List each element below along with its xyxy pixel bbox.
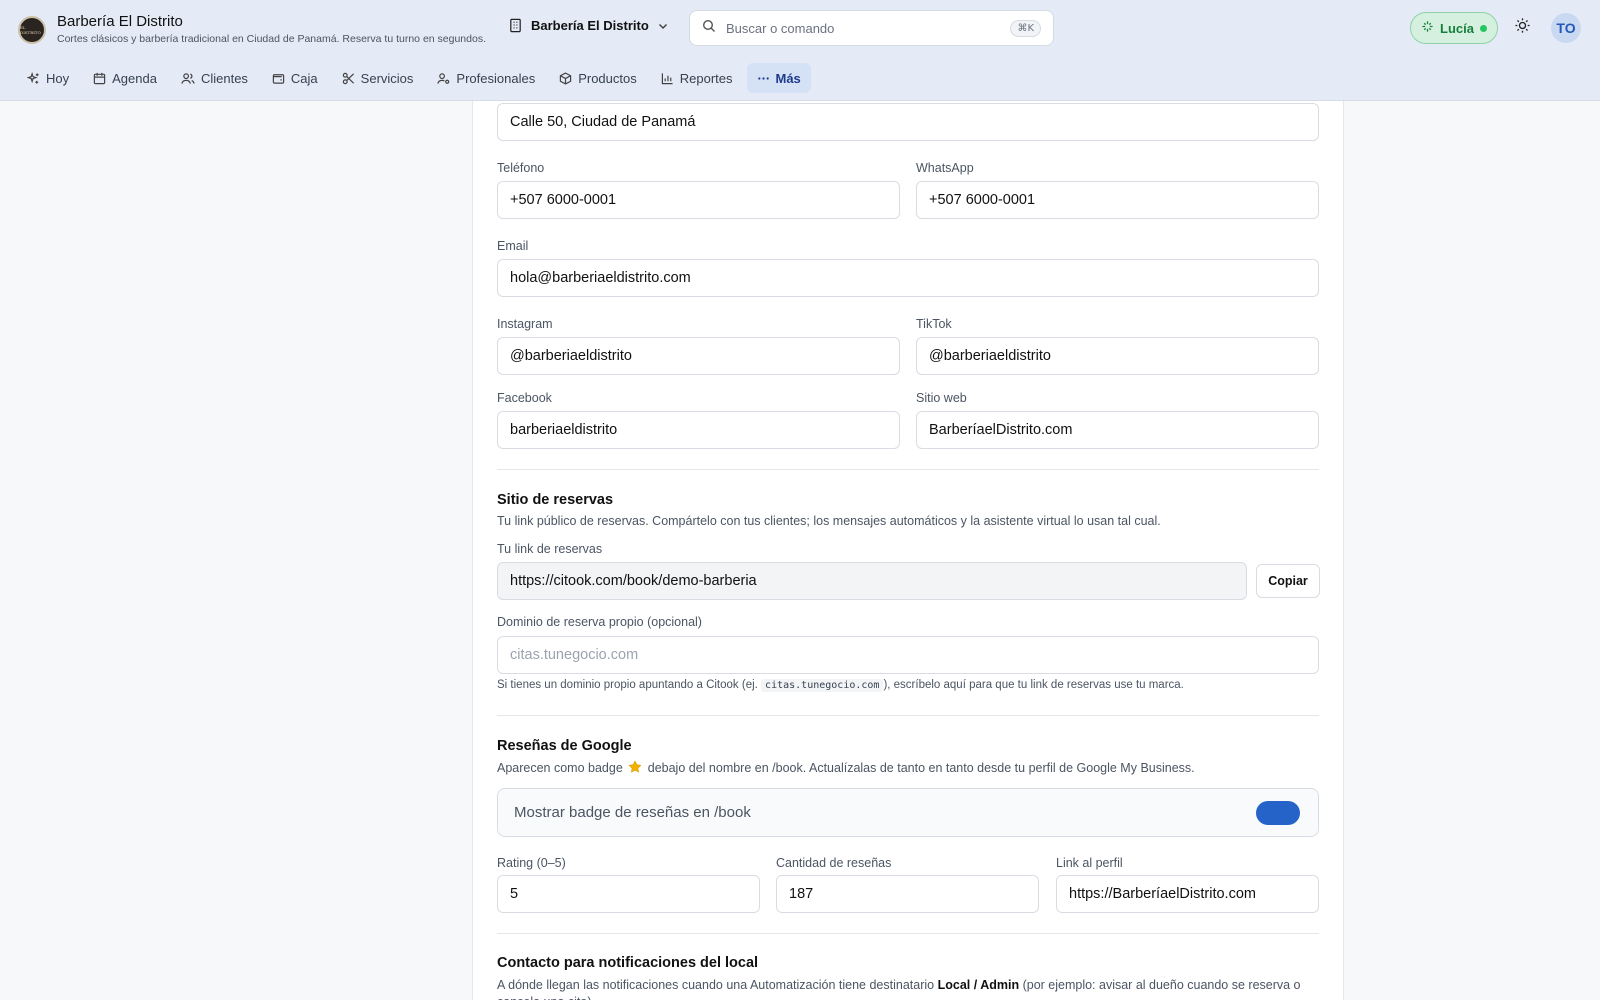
assistant-button[interactable]: Lucía: [1410, 12, 1498, 44]
custom-domain-label: Dominio de reserva propio (opcional): [497, 615, 702, 629]
reviews-section-title: Reseñas de Google: [497, 738, 632, 754]
description-text: debajo del nombre en /book. Actualízalas…: [647, 761, 1195, 775]
email-field[interactable]: hola@barberiaeldistrito.com: [497, 259, 1319, 297]
profile-link-label: Link al perfil: [1056, 856, 1123, 870]
users-icon: [181, 72, 195, 85]
nav-item-agenda[interactable]: Agenda: [83, 63, 167, 93]
search-shortcut: ⌘K: [1010, 19, 1041, 37]
nav-item-label: Hoy: [46, 70, 70, 86]
email-label: Email: [497, 239, 529, 253]
nav-item-productos[interactable]: Productos: [549, 63, 647, 93]
reviews-badge-toggle-label: Mostrar badge de reseñas en /book: [514, 804, 751, 821]
custom-domain-field[interactable]: citas.tunegocio.com: [497, 636, 1319, 674]
nav-item-reportes[interactable]: Reportes: [651, 63, 743, 93]
nav-item-clientes[interactable]: Clientes: [171, 63, 258, 93]
booking-section-title: Sitio de reservas: [497, 492, 614, 508]
section-divider: [497, 715, 1319, 716]
instagram-field[interactable]: @barberiaeldistrito: [497, 337, 900, 375]
website-field[interactable]: BarberíaelDistrito.com: [916, 411, 1319, 449]
address-field[interactable]: Calle 50, Ciudad de Panamá: [497, 103, 1319, 141]
review-count-field[interactable]: 187: [776, 875, 1039, 913]
dots-icon: [757, 72, 770, 85]
user-gear-icon: [437, 72, 450, 85]
facebook-label: Facebook: [497, 391, 552, 405]
nav-item-profesionales[interactable]: Profesionales: [427, 63, 545, 93]
wallet-icon: [272, 72, 285, 85]
reviews-section-description: Aparecen como badge debajo del nombre en…: [497, 760, 1195, 777]
reviews-badge-toggle-row: Mostrar badge de reseñas en /book: [497, 788, 1319, 837]
nav-item-servicios[interactable]: Servicios: [332, 63, 424, 93]
theme-toggle-button[interactable]: [1510, 16, 1534, 40]
nav-item-hoy[interactable]: Hoy: [17, 63, 79, 93]
description-text: Aparecen como badge: [497, 761, 623, 775]
rating-field[interactable]: 5: [497, 875, 760, 913]
nav-item-label: Profesionales: [456, 70, 536, 86]
nav-item-label: Agenda: [112, 70, 157, 86]
nav-item-label: Clientes: [200, 70, 248, 86]
instagram-label: Instagram: [497, 317, 553, 331]
hint-text: Si tienes un dominio propio apuntando a …: [497, 679, 758, 691]
nav-item-caja[interactable]: Caja: [262, 63, 328, 93]
nav-item-label: Más: [775, 70, 801, 86]
reviews-badge-toggle[interactable]: [1256, 800, 1300, 825]
facebook-field[interactable]: barberiaeldistrito: [497, 411, 900, 449]
business-selector[interactable]: Barbería El Distrito: [508, 18, 669, 33]
nav-item-label: Caja: [290, 70, 318, 86]
nav-item-label: Productos: [578, 70, 637, 86]
notifications-section-title: Contacto para notificaciones del local: [497, 955, 759, 971]
review-count-label: Cantidad de reseñas: [776, 856, 892, 870]
main-nav: Hoy Agenda Clientes Caja Servicios Profe…: [17, 63, 815, 93]
phone-field[interactable]: +507 6000-0001: [497, 181, 900, 219]
section-divider: [497, 933, 1319, 934]
description-bold: Local / Admin: [937, 978, 1020, 992]
top-header: EL DISTRITO Barbería El Distrito Cortes …: [0, 0, 1600, 101]
box-icon: [559, 71, 572, 85]
brand: EL DISTRITO Barbería El Distrito Cortes …: [18, 13, 486, 46]
user-avatar[interactable]: TO: [1551, 13, 1581, 43]
assistant-label: Lucía: [1440, 20, 1474, 36]
tiktok-label: TikTok: [916, 317, 952, 331]
search-input[interactable]: Buscar o comando ⌘K: [689, 10, 1054, 46]
hint-code: citas.tunegocio.com: [761, 679, 884, 692]
description-text: A dónde llegan las notificaciones cuando…: [497, 978, 935, 992]
calendar-icon: [93, 72, 106, 85]
whatsapp-label: WhatsApp: [916, 161, 974, 175]
star-icon: [628, 760, 642, 777]
nav-item-label: Reportes: [679, 70, 733, 86]
copy-link-button[interactable]: Copiar: [1256, 564, 1320, 598]
chevron-down-icon: [657, 20, 669, 32]
online-status-dot: [1479, 24, 1487, 32]
whatsapp-field[interactable]: +507 6000-0001: [916, 181, 1319, 219]
scissors-icon: [342, 72, 355, 85]
tiktok-field[interactable]: @barberiaeldistrito: [916, 337, 1319, 375]
sparkle-icon: [1421, 20, 1434, 36]
section-divider: [497, 469, 1319, 470]
building-icon: [508, 18, 523, 33]
custom-domain-placeholder: citas.tunegocio.com: [510, 647, 639, 663]
settings-panel: Calle 50, Ciudad de Panamá Teléfono +507…: [472, 101, 1344, 1000]
business-subtitle: Cortes clásicos y barbería tradicional e…: [57, 33, 486, 45]
website-label: Sitio web: [916, 391, 967, 405]
booking-section-description: Tu link público de reservas. Compártelo …: [497, 514, 1161, 528]
business-title: Barbería El Distrito: [57, 13, 183, 30]
business-selector-label: Barbería El Distrito: [531, 18, 649, 33]
bar-chart-icon: [661, 72, 674, 85]
sparkle-icon: [27, 71, 40, 85]
profile-link-field[interactable]: https://BarberíaelDistrito.com: [1056, 875, 1319, 913]
custom-domain-hint: Si tienes un dominio propio apuntando a …: [497, 679, 1184, 692]
booking-link-field[interactable]: https://citook.com/book/demo-barberia: [497, 562, 1247, 600]
notifications-section-description: A dónde llegan las notificaciones cuando…: [497, 977, 1319, 1000]
hint-text: ), escríbelo aquí para que tu link de re…: [883, 679, 1184, 691]
search-icon: [702, 19, 716, 38]
search-placeholder: Buscar o comando: [726, 20, 835, 36]
sun-icon: [1514, 17, 1531, 39]
logo-text: EL DISTRITO: [20, 24, 41, 35]
nav-item-mas[interactable]: Más: [746, 63, 811, 93]
nav-item-label: Servicios: [360, 70, 414, 86]
booking-link-label: Tu link de reservas: [497, 542, 603, 556]
phone-label: Teléfono: [497, 161, 545, 175]
business-logo[interactable]: EL DISTRITO: [18, 15, 46, 44]
rating-label: Rating (0–5): [497, 856, 566, 870]
